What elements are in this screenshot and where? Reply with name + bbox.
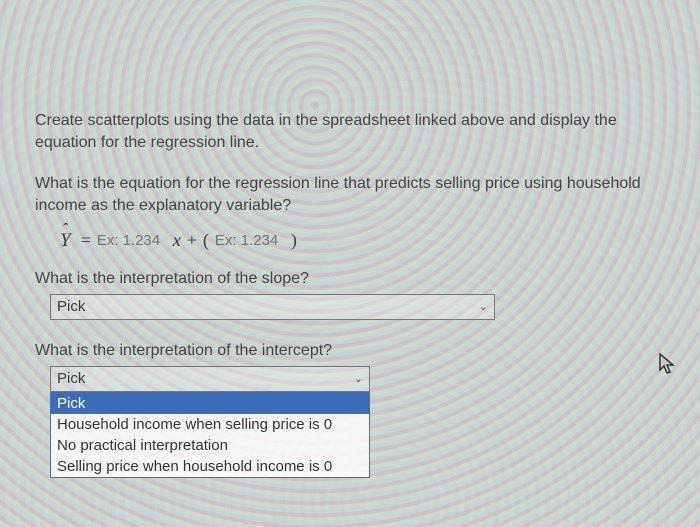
intercept-option-pick[interactable]: Pick (51, 393, 369, 414)
question-intercept-interpretation: What is the interpretation of the interc… (35, 342, 665, 360)
x-variable: x (173, 230, 181, 251)
instruction-text: Create scatterplots using the data in th… (35, 110, 665, 155)
slope-select-value: Pick (57, 298, 85, 315)
yhat-symbol: Y (60, 230, 71, 252)
plus-sign: + (187, 230, 197, 251)
intercept-dropdown-list: Pick Household income when selling price… (50, 392, 370, 478)
intercept-input[interactable] (215, 232, 285, 249)
question-slope-interpretation: What is the interpretation of the slope? (35, 270, 665, 288)
intercept-interpretation-select[interactable]: Pick ⌄ (50, 366, 370, 392)
question-content: Create scatterplots using the data in th… (0, 0, 700, 478)
question-regression-equation: What is the equation for the regression … (35, 173, 665, 218)
chevron-down-icon: ⌄ (479, 300, 488, 313)
chevron-down-icon: ⌄ (354, 372, 363, 385)
equals-sign: = (81, 230, 91, 251)
equation-row: Y = x + ( ) (60, 230, 665, 252)
slope-coefficient-input[interactable] (97, 232, 167, 249)
intercept-option-no-practical[interactable]: No practical interpretation (51, 435, 369, 456)
slope-interpretation-select[interactable]: Pick ⌄ (50, 294, 495, 320)
cursor-icon (658, 352, 678, 376)
intercept-option-selling-price[interactable]: Selling price when household income is 0 (51, 456, 369, 477)
right-paren: ) (291, 230, 297, 251)
intercept-option-household-income[interactable]: Household income when selling price is 0 (51, 414, 369, 435)
left-paren: ( (203, 230, 209, 251)
intercept-select-value: Pick (57, 370, 85, 387)
